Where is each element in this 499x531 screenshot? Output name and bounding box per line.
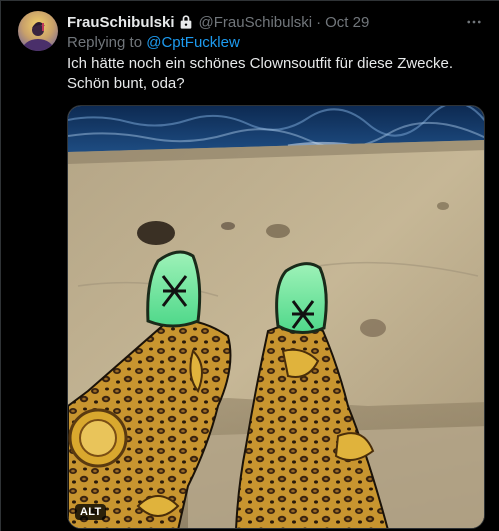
tweet-text-line: Schön bunt, oda? [67,75,185,92]
alt-text-badge[interactable]: ALT [75,504,107,520]
more-icon[interactable] [463,11,485,33]
separator-dot: · [316,13,322,31]
display-name[interactable]: FrauSchibulski [67,14,175,31]
tweet-header: FrauSchibulski @FrauSchibulski · Oct 29 [67,12,479,32]
tweet-text-line: Ich hätte noch ein schönes Clownsoutfit … [67,55,454,72]
photo-image [68,106,484,528]
user-handle[interactable]: @FrauSchibulski [199,14,313,31]
replying-to-label: Replying to [67,34,143,51]
lock-icon [178,14,194,30]
replying-to-user[interactable]: @CptFucklew [146,34,240,51]
tweet-text: Ich hätte noch ein schönes Clownsoutfit … [67,54,483,94]
tweet[interactable]: FrauSchibulski @FrauSchibulski · Oct 29 … [0,0,499,531]
avatar-image [18,11,58,51]
replying-to: Replying to @CptFucklew [67,34,240,51]
tweet-date[interactable]: Oct 29 [325,14,369,31]
tweet-photo[interactable]: ALT [67,105,485,529]
avatar[interactable] [18,11,58,51]
